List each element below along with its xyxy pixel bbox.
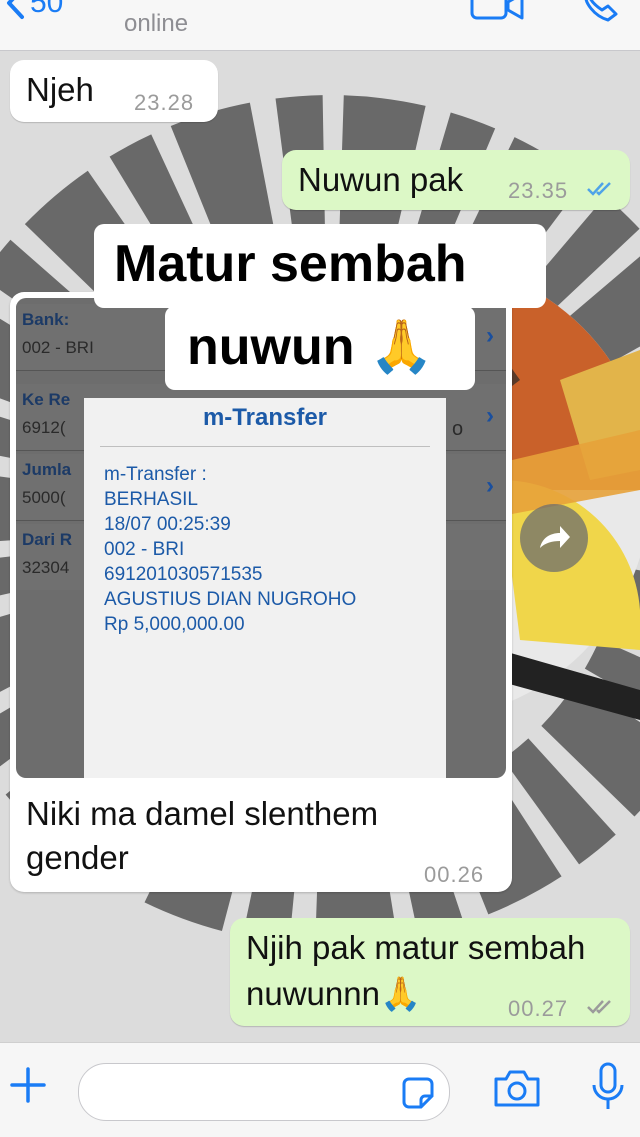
chevron-right-icon: › [486,322,494,349]
image-caption-line: Niki ma damel slenthem [26,795,379,832]
read-receipt-icon [587,182,611,196]
row-suffix: o [452,418,464,440]
popup-line: 691201030571535 [104,564,263,585]
read-receipt-icon [587,1000,611,1014]
chevron-right-icon: › [486,402,494,429]
chat-header: 50 online [0,0,640,51]
video-call-button[interactable] [470,0,526,27]
overlay-text: nuwun 🙏 [187,318,434,376]
message-time: 00.26 [424,862,485,887]
message-input-bar [0,1042,640,1137]
message-bubble-incoming[interactable]: Njeh 23.28 [10,60,218,122]
message-bubble-outgoing[interactable]: Njih pak matur sembah nuwunnn🙏 00.27 [230,918,630,1026]
chevron-right-icon: › [486,472,494,499]
divider [100,446,430,447]
message-input[interactable] [78,1063,450,1121]
plus-icon [10,1067,46,1103]
popup-line: AGUSTIUS DIAN NUGROHO [104,589,357,610]
row-label: Bank: [22,310,70,329]
row-label: Ke Re [22,390,71,409]
sticker-icon [402,1077,434,1109]
phone-icon [584,0,618,22]
popup-line: 18/07 00:25:39 [104,514,231,535]
overlay-text: Matur sembah [114,235,467,293]
message-text: Nuwun pak [298,161,464,198]
message-text-line: nuwunnn🙏 [246,975,422,1012]
unread-count: 50 [30,0,64,19]
message-text-line: Njih pak matur sembah [246,929,586,966]
popup-line: Rp 5,000,000.00 [104,614,245,635]
image-caption-line: gender [26,839,129,876]
row-value: 5000( [22,488,66,507]
message-time: 23.28 [134,90,195,115]
row-label: Dari R [22,530,73,549]
image-overlay-text-box: Matur sembah [94,224,546,308]
row-value: 32304 [22,558,70,577]
voice-message-button[interactable] [590,1061,626,1122]
sticker-button[interactable] [401,1076,435,1115]
message-time: 23.35 [508,178,569,203]
popup-title: m-Transfer [202,404,328,431]
popup-line: m-Transfer : [104,464,207,485]
popup-line: BERHASIL [104,489,198,510]
popup-line: 002 - BRI [104,539,185,560]
microphone-icon [592,1062,624,1109]
message-bubble-outgoing[interactable]: Nuwun pak 23.35 [282,150,630,210]
row-label: Jumla [22,460,72,479]
back-button[interactable]: 50 [4,0,63,20]
image-overlay-text-box: nuwun 🙏 [165,306,475,390]
video-camera-icon [470,0,524,20]
attach-button[interactable] [8,1065,48,1110]
row-value: 002 - BRI [22,338,94,357]
forward-button[interactable] [520,504,588,572]
camera-button[interactable] [492,1067,542,1114]
contact-status: online [124,10,189,37]
camera-icon [494,1070,540,1107]
voice-call-button[interactable] [580,0,624,27]
transfer-popup: m-Transfer m-Transfer : BERHASIL 18/07 0… [84,398,446,778]
message-time: 00.27 [508,996,569,1021]
message-text: Njeh [26,71,94,108]
row-value: 6912( [22,418,66,437]
forward-arrow-icon [540,526,570,548]
chevron-left-icon [7,0,24,19]
